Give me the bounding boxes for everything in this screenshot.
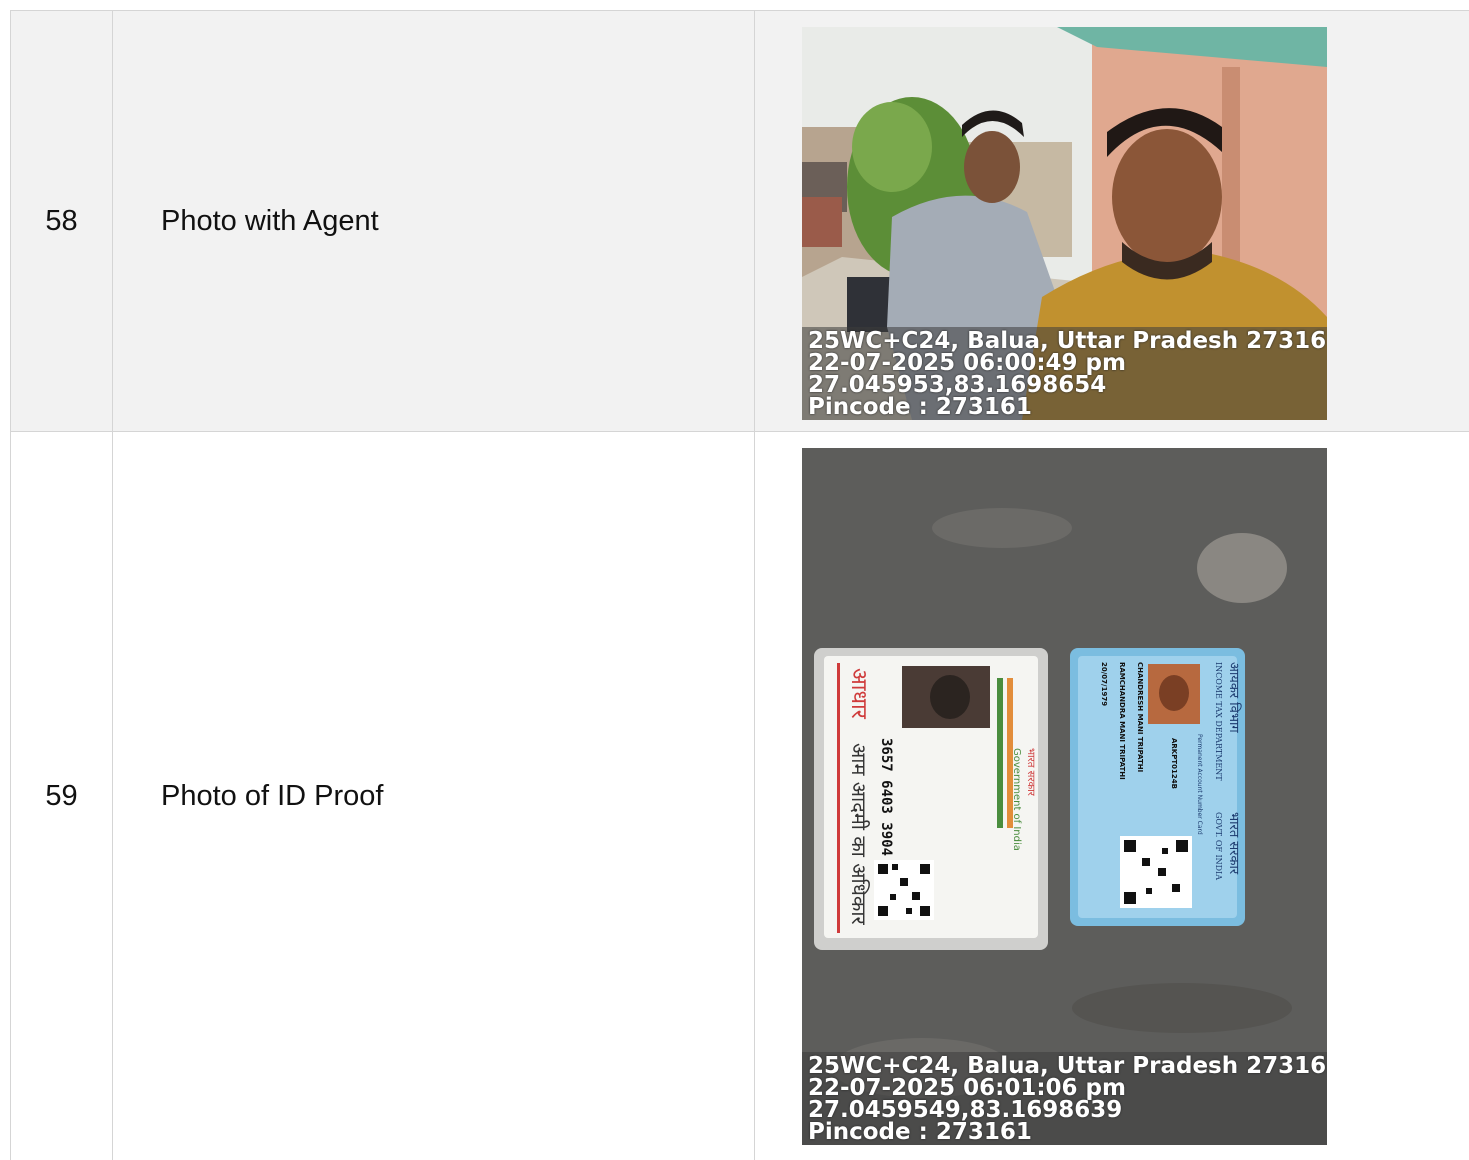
aadhaar-title: आधार [846, 668, 871, 720]
aadhaar-number: 3657 6403 3904 [878, 738, 894, 856]
pan-dept-hindi: आयकर विभाग [1226, 662, 1242, 733]
table-row: 58 Photo with Agent [11, 11, 1469, 432]
stamp-coordinates: 27.0459549,83.1698639 [808, 1099, 1321, 1121]
photo-cell: आधार आम आदमी का अधिकार 3657 6403 3904 Go… [755, 432, 1469, 1160]
aadhaar-card: आधार आम आदमी का अधिकार 3657 6403 3904 Go… [814, 648, 1048, 950]
row-label: Photo of ID Proof [113, 432, 755, 1160]
pan-dob: 20/07/1979 [1100, 662, 1108, 706]
row-number: 59 [11, 432, 113, 1160]
geo-stamp: 25WC+C24, Balua, Uttar Pradesh 273161, I… [802, 1052, 1327, 1145]
pan-holder-name: CHANDRESH MANI TRIPATHI [1136, 662, 1144, 772]
agent-photo[interactable]: 25WC+C24, Balua, Uttar Pradesh 273161, 2… [802, 27, 1327, 420]
pan-card: आयकर विभाग भारत सरकार INCOME TAX DEPARTM… [1070, 648, 1245, 926]
pan-govt-english: GOVT. OF INDIA [1214, 812, 1223, 880]
aadhaar-govt-label: Government of India [1011, 748, 1022, 851]
geo-stamp: 25WC+C24, Balua, Uttar Pradesh 273161, 2… [802, 327, 1327, 420]
report-table: 58 Photo with Agent [10, 10, 1469, 1160]
aadhaar-header-hindi: भारत सरकार [1025, 748, 1036, 797]
table-row: 59 Photo of ID Proof [11, 432, 1469, 1160]
stamp-address: 25WC+C24, Balua, Uttar Pradesh 273161, [808, 330, 1321, 352]
stamp-pincode: Pincode : 273161 [808, 396, 1321, 418]
pan-father-name: RAMCHANDRA MANI TRIPATHI [1118, 662, 1126, 780]
id-proof-photo[interactable]: आधार आम आदमी का अधिकार 3657 6403 3904 Go… [802, 448, 1327, 1145]
id-proof-photo-image: आधार आम आदमी का अधिकार 3657 6403 3904 Go… [802, 448, 1327, 1145]
stamp-coordinates: 27.045953,83.1698654 [808, 374, 1321, 396]
stamp-address: 25WC+C24, Balua, Uttar Pradesh 273161, I [808, 1055, 1321, 1077]
stamp-datetime: 22-07-2025 06:00:49 pm [808, 352, 1321, 374]
pan-card-title: Permanent Account Number Card [1196, 734, 1203, 835]
stamp-datetime: 22-07-2025 06:01:06 pm [808, 1077, 1321, 1099]
photo-cell: 25WC+C24, Balua, Uttar Pradesh 273161, 2… [755, 11, 1469, 432]
pan-govt-hindi: भारत सरकार [1226, 812, 1241, 875]
stamp-pincode: Pincode : 273161 [808, 1121, 1321, 1143]
row-label: Photo with Agent [113, 11, 755, 432]
row-number: 58 [11, 11, 113, 432]
pan-dept-english: INCOME TAX DEPARTMENT [1214, 662, 1223, 781]
aadhaar-slogan: आम आदमी का अधिकार [847, 743, 871, 926]
pan-number: ARKPT0124B [1170, 738, 1178, 789]
